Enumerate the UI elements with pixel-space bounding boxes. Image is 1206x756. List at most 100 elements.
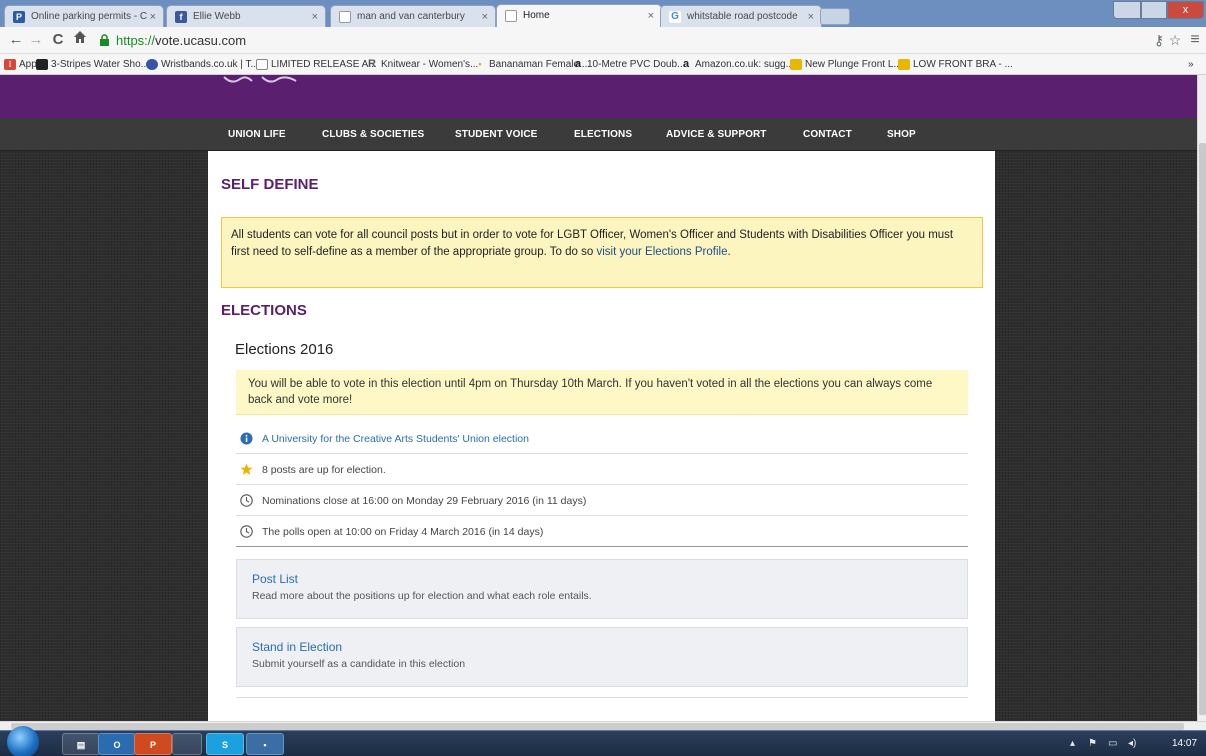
screen: P Online parking permits - C × f Ellie W… [0,0,1206,756]
clock-icon [240,494,253,507]
close-tab-icon[interactable]: × [648,5,654,27]
page-icon [256,59,268,70]
outlook-taskbar-icon[interactable]: O [98,733,136,755]
powerpoint-taskbar-icon[interactable]: P [134,733,172,755]
shop-icon [898,59,910,70]
bookmark-item[interactable]: New Plunge Front L... [790,54,902,75]
explorer-taskbar-icon[interactable]: ▤ [62,733,100,755]
bookmark-item[interactable]: a Amazon.co.uk: sugg... [680,54,794,75]
star-icon [240,463,253,475]
browser-toolbar: ← → C https://vote.ucasu.com ⚷ ☆ ≡ [0,27,1206,54]
adidas-icon [36,59,48,70]
nav-contact[interactable]: CONTACT [803,118,852,151]
bookmark-item[interactable]: 3-Stripes Water Sho... [36,54,149,75]
stand-in-election-description: Submit yourself as a candidate in this e… [252,658,466,670]
dot-icon: • [478,59,482,69]
home-icon[interactable] [70,30,90,50]
nav-clubs-societies[interactable]: CLUBS & SOCIETIES [322,118,424,151]
stand-in-election-link[interactable]: Stand in Election [252,638,952,656]
taskbar-clock[interactable]: 14:07 [1172,731,1197,756]
post-list-card[interactable]: Post List Read more about the positions … [236,559,968,619]
site-header [0,75,1197,118]
back-icon[interactable]: ← [6,30,26,50]
nav-elections[interactable]: ELECTIONS [574,118,632,151]
nav-advice-support[interactable]: ADVICE & SUPPORT [666,118,767,151]
new-tab-button[interactable] [820,8,850,25]
bookmarks-overflow-icon[interactable]: » [1188,54,1194,75]
close-tab-icon[interactable]: × [482,6,488,27]
google-favicon: G [669,11,681,23]
info-icon [240,432,253,445]
page-viewport: UNION LIFE CLUBS & SOCIETIES STUDENT VOI… [0,75,1197,721]
bookmark-star-icon[interactable]: ☆ [1166,30,1184,50]
bookmarks-bar: ⁝ Apps 3-Stripes Water Sho... Wristbands.… [0,54,1206,75]
r-icon: R [368,58,376,70]
page-favicon [505,10,517,22]
forward-icon[interactable]: → [26,30,46,50]
app-taskbar-icon[interactable]: ▪ [246,733,284,755]
nominations-row: Nominations close at 16:00 on Monday 29 … [236,486,968,516]
bookmark-item[interactable]: R Knitwear - Women's... [366,54,478,75]
voting-notice: You will be able to vote in this electio… [236,370,968,415]
parking-favicon: P [13,11,25,23]
post-list-description: Read more about the positions up for ele… [252,590,592,602]
elections-heading: ELECTIONS [221,302,307,319]
horizontal-scrollbar[interactable] [0,721,1206,730]
nav-union-life[interactable]: UNION LIFE [228,118,286,151]
tab-ellie-webb[interactable]: f Ellie Webb × [166,5,326,27]
address-bar[interactable]: https://vote.ucasu.com [96,30,1178,51]
close-tab-icon[interactable]: × [808,6,814,27]
tab-man-and-van[interactable]: man and van canterbury × [330,5,496,27]
reload-icon[interactable]: C [48,30,68,50]
divider [236,697,968,698]
apps-grid-icon: ⁝ [4,59,16,70]
vertical-scrollbar[interactable] [1197,75,1206,721]
amazon-icon: a [682,58,690,70]
stand-in-election-card[interactable]: Stand in Election Submit yourself as a c… [236,627,968,687]
volume-icon[interactable]: ◂) [1128,731,1136,756]
close-tab-icon[interactable]: × [312,6,318,27]
start-button[interactable] [7,726,39,756]
lock-icon [100,34,109,46]
content-panel: SELF DEFINE All students can vote for al… [208,151,995,721]
tray-expand-icon[interactable]: ▴ [1070,731,1075,756]
skype-taskbar-icon[interactable]: S [206,733,244,755]
self-define-notice: All students can vote for all council po… [221,217,983,288]
minimize-button[interactable] [1113,1,1141,19]
page-favicon [339,11,351,23]
self-define-heading: SELF DEFINE [221,176,319,193]
posts-row: 8 posts are up for election. [236,455,968,485]
bookmark-item[interactable]: LIMITED RELEASE A... [256,54,377,75]
network-icon[interactable]: ▭ [1108,731,1117,756]
election-org-row[interactable]: A University for the Creative Arts Stude… [236,424,968,454]
tab-whitstable[interactable]: G whitstable road postcode × [660,5,822,27]
horizontal-scroll-thumb[interactable] [11,723,1184,730]
wristbands-icon [146,59,158,70]
tab-parking[interactable]: P Online parking permits - C × [4,5,164,27]
flag-icon[interactable]: ⚑ [1088,731,1097,756]
vertical-scroll-thumb[interactable] [1199,143,1206,715]
main-nav: UNION LIFE CLUBS & SOCIETIES STUDENT VOI… [0,118,1197,151]
window-taskbar-icon[interactable] [172,733,202,755]
bookmark-item[interactable]: Wristbands.co.uk | T... [146,54,259,75]
facebook-favicon: f [175,11,187,23]
elections-profile-link[interactable]: visit your Elections Profile [596,246,727,258]
nav-shop[interactable]: SHOP [887,118,916,151]
clock-icon [240,525,253,538]
bookmark-item[interactable]: a 10-Metre PVC Doub... [572,54,685,75]
amazon-icon: a [574,58,582,70]
union-logo[interactable] [222,75,300,87]
menu-icon[interactable]: ≡ [1186,30,1204,50]
post-list-link[interactable]: Post List [252,570,952,588]
polls-open-row: The polls open at 10:00 on Friday 4 Marc… [236,517,968,547]
bookmark-item[interactable]: LOW FRONT BRA - ... [898,54,1013,75]
shop-icon [790,59,802,70]
election-name: Elections 2016 [235,341,334,358]
close-tab-icon[interactable]: × [150,6,156,27]
maximize-button[interactable] [1141,1,1167,19]
windows-taskbar: ▤ O P S ▪ ▴ ⚑ ▭ ◂) 14:07 [0,726,1206,756]
nav-student-voice[interactable]: STUDENT VOICE [455,118,537,151]
tab-strip: P Online parking permits - C × f Ellie W… [0,0,1206,27]
close-window-button[interactable]: x [1167,1,1204,19]
tab-home[interactable]: Home × [496,4,662,27]
